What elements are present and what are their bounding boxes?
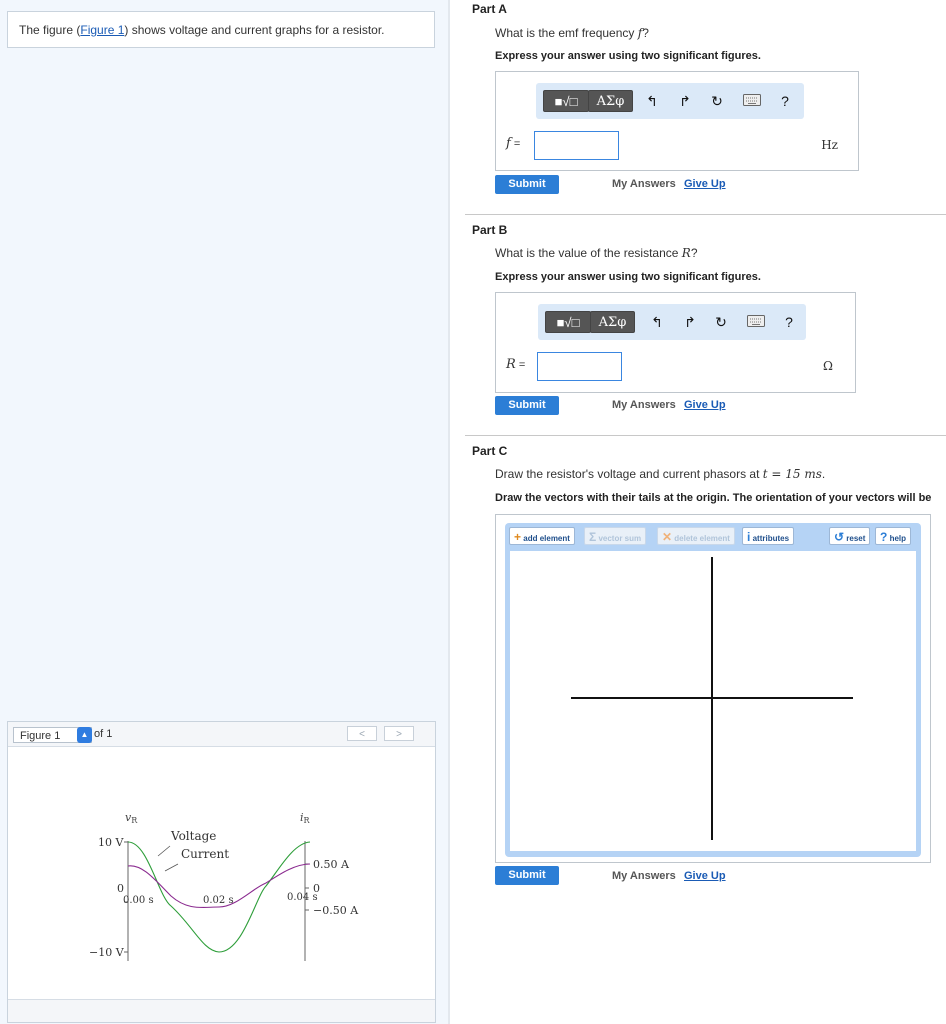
delete-element-button[interactable]: ✕ delete element <box>657 527 735 545</box>
part-a-instruction: Express your answer using two significan… <box>495 50 761 62</box>
next-figure-button[interactable]: > <box>384 726 414 741</box>
sigma-icon: Σ <box>589 530 597 544</box>
part-c-submit-button[interactable]: Submit <box>495 866 559 885</box>
sidebar-divider <box>448 0 450 1024</box>
attributes-button[interactable]: i attributes <box>742 527 795 545</box>
figure-footer <box>8 999 435 1022</box>
info-icon: i <box>747 530 751 544</box>
delete-x-icon: ✕ <box>662 530 673 544</box>
t0-label: 0.00 s <box>123 895 154 906</box>
part-c-give-up-link[interactable]: Give Up <box>684 870 726 882</box>
help-icon: ? <box>880 530 888 544</box>
current-leader <box>164 863 179 872</box>
part-c-title: Part C <box>472 444 508 458</box>
part-b-answer-box: ■√□ ΑΣφ ↰ ↱ ↻ ? R = Ω <box>495 292 856 393</box>
vector-drawing-tool: + add element Σ vector sum ✕ delete elem… <box>495 514 931 863</box>
vector-sum-button[interactable]: Σ vector sum <box>584 527 647 545</box>
part-c-instruction: Draw the vectors with their tails at the… <box>495 492 932 504</box>
help-icon[interactable]: ? <box>780 313 798 331</box>
voltage-label: Voltage <box>170 829 216 843</box>
imax-label: 0.50 A <box>313 858 350 871</box>
figure-link[interactable]: Figure 1 <box>80 23 124 37</box>
part-a-title: Part A <box>472 2 507 16</box>
math-toolbar: ■√□ ΑΣφ ↰ ↱ ↻ ? <box>538 304 806 340</box>
intro-text: The figure (Figure 1) shows voltage and … <box>7 11 435 48</box>
voltage-leader <box>157 845 171 857</box>
help-icon[interactable]: ? <box>776 92 794 110</box>
voltage-current-graph: vR iR 10 V 0 −10 V 0.50 A 0 −0.50 A 0.00… <box>89 811 359 961</box>
greek-symbols-button[interactable]: ΑΣφ <box>590 311 635 333</box>
part-a-submit-button[interactable]: Submit <box>495 175 559 194</box>
part-b-give-up-link[interactable]: Give Up <box>684 399 726 411</box>
part-a-question: What is the emf frequency f? <box>495 26 649 40</box>
redo-icon[interactable]: ↱ <box>681 313 699 331</box>
figure-sidebar: The figure (Figure 1) shows voltage and … <box>0 0 450 1024</box>
ir-label: iR <box>300 811 311 825</box>
math-toolbar: ■√□ ΑΣφ ↰ ↱ ↻ ? <box>536 83 804 119</box>
figure-count: of 1 <box>94 728 113 740</box>
divider <box>465 435 946 436</box>
part-b-my-answers: My Answers <box>612 399 676 411</box>
current-label: Current <box>181 847 229 861</box>
prev-figure-button[interactable]: < <box>347 726 377 741</box>
reset-icon[interactable]: ↻ <box>712 313 730 331</box>
figure-panel: Figure 1 ▲︎ of 1 < > vR iR 10 V 0 −10 V … <box>7 721 436 1023</box>
part-c-question: Draw the resistor's voltage and current … <box>495 467 826 481</box>
part-b-question: What is the value of the resistance R? <box>495 246 698 260</box>
part-c-my-answers: My Answers <box>612 870 676 882</box>
reset-icon[interactable]: ↻ <box>708 92 726 110</box>
t2-label: 0.04 s <box>287 892 318 903</box>
vr-label: vR <box>125 811 138 825</box>
undo-icon[interactable]: ↰ <box>643 92 661 110</box>
part-b-instruction: Express your answer using two significan… <box>495 271 761 283</box>
select-arrow-icon: ▲︎ <box>77 727 92 743</box>
reset-button[interactable]: ↺ reset <box>829 527 871 545</box>
divider <box>465 214 946 215</box>
help-button[interactable]: ? help <box>875 527 912 545</box>
template-button[interactable]: ■√□ <box>543 90 589 112</box>
drawing-canvas[interactable] <box>510 551 916 851</box>
undo-icon[interactable]: ↰ <box>648 313 666 331</box>
part-b-variable: R = <box>506 357 526 372</box>
keyboard-icon[interactable] <box>743 92 761 110</box>
drawing-frame: + add element Σ vector sum ✕ delete elem… <box>505 523 921 857</box>
reset-icon: ↺ <box>834 530 845 544</box>
part-a-answer-input[interactable] <box>534 131 619 160</box>
vmin-label: −10 V <box>89 946 125 959</box>
redo-icon[interactable]: ↱ <box>676 92 694 110</box>
part-a-give-up-link[interactable]: Give Up <box>684 178 726 190</box>
add-element-button[interactable]: + add element <box>509 527 575 545</box>
part-b-title: Part B <box>472 223 508 237</box>
figure-select[interactable]: Figure 1 ▲︎ <box>13 727 92 743</box>
figure-toolbar: Figure 1 ▲︎ of 1 < > <box>8 722 435 747</box>
vzero-label: 0 <box>117 882 124 895</box>
plus-icon: + <box>514 530 522 544</box>
keyboard-icon[interactable] <box>747 313 765 331</box>
template-button[interactable]: ■√□ <box>545 311 591 333</box>
part-a-unit: Hz <box>821 138 838 152</box>
imin-label: −0.50 A <box>313 904 359 917</box>
part-a-variable: f = <box>506 136 521 151</box>
part-b-unit: Ω <box>823 359 833 373</box>
greek-symbols-button[interactable]: ΑΣφ <box>588 90 633 112</box>
part-a-answer-box: ■√□ ΑΣφ ↰ ↱ ↻ ? f = Hz <box>495 71 859 171</box>
part-b-answer-input[interactable] <box>537 352 622 381</box>
vmax-label: 10 V <box>98 836 124 849</box>
t1-label: 0.02 s <box>203 895 234 906</box>
part-a-my-answers: My Answers <box>612 178 676 190</box>
phasor-axes <box>571 557 853 840</box>
part-b-submit-button[interactable]: Submit <box>495 396 559 415</box>
